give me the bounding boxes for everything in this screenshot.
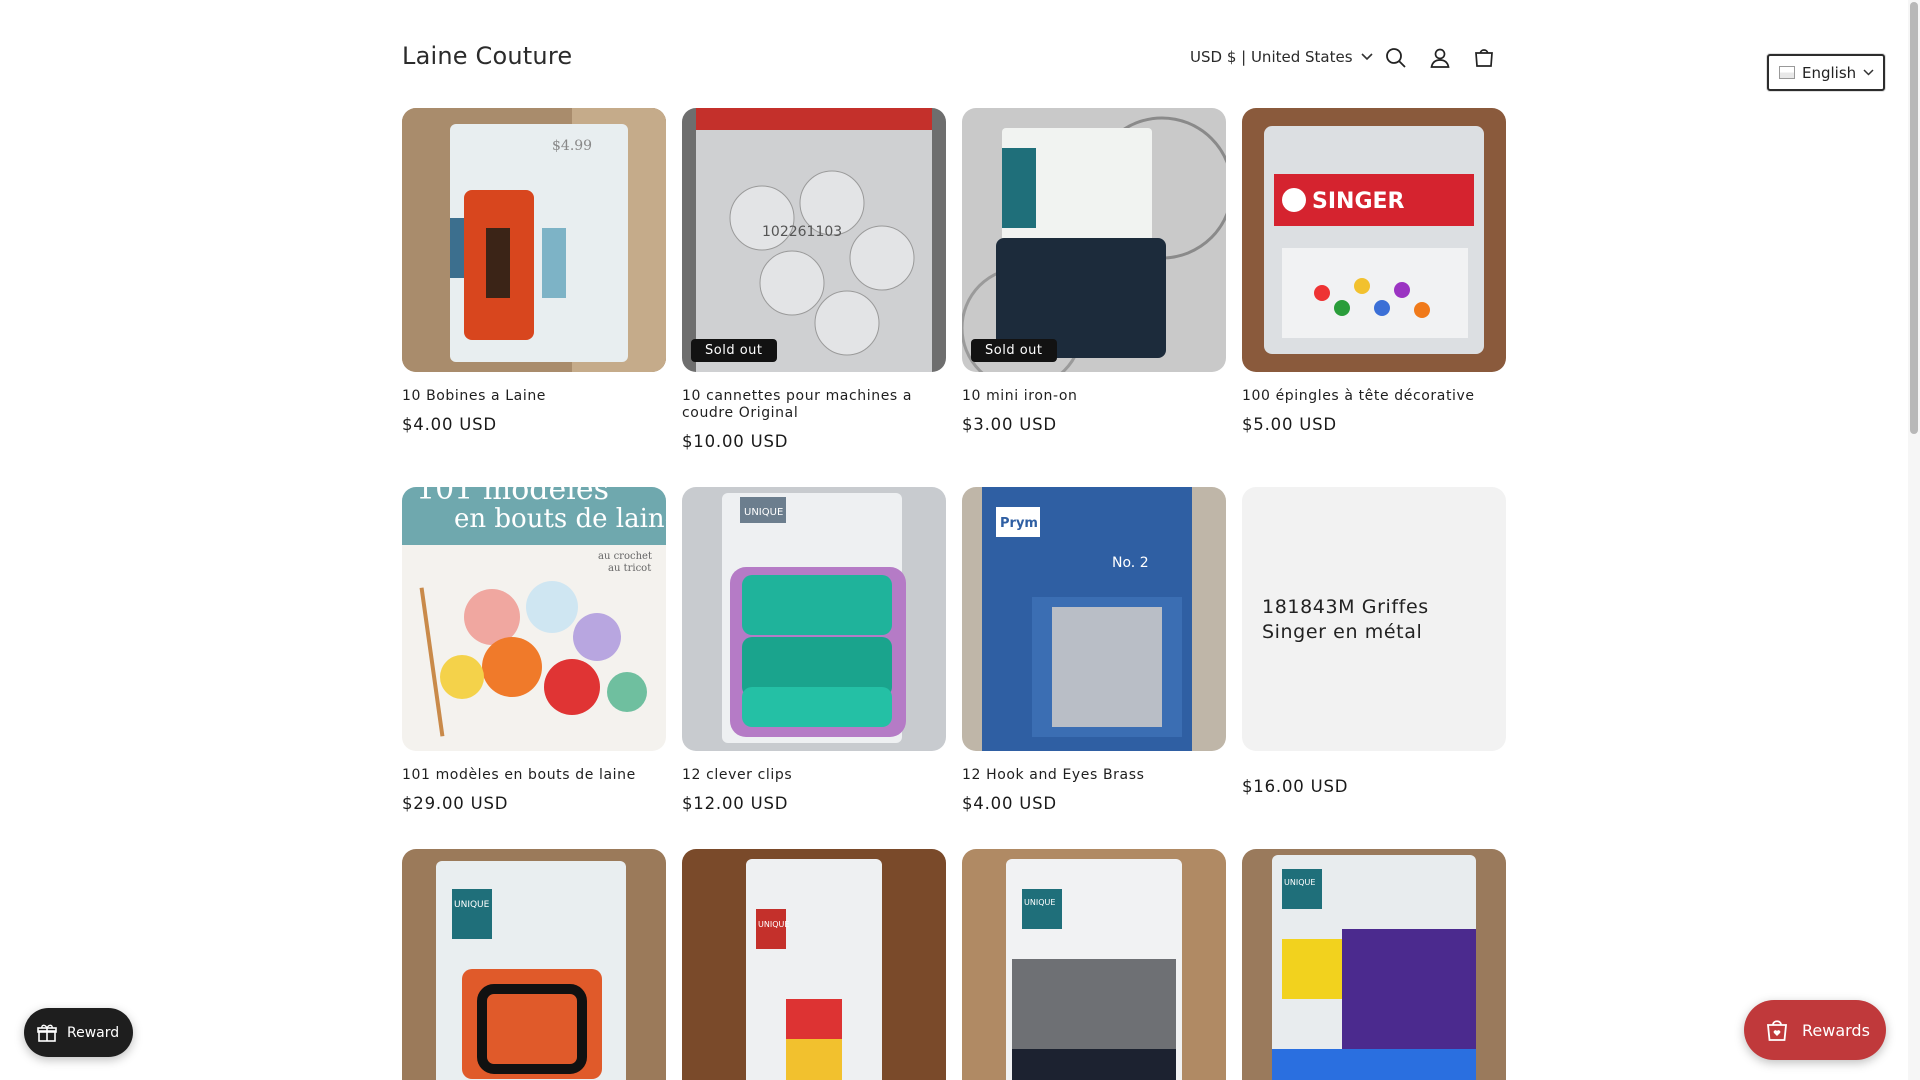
currency-country-selector[interactable]: USD $ | United States [1190,48,1373,66]
language-label: English [1802,63,1857,82]
product-price: $10.00 USD [682,432,789,451]
product-image[interactable]: $4.99 [402,108,666,372]
chevron-down-icon [1360,53,1373,61]
flag-icon [1779,66,1795,79]
chevron-down-icon [1863,69,1874,76]
brand-logo-text: UNIQUE [1024,898,1055,907]
brand-logo-text: UNIQUE [744,507,783,518]
language-selector[interactable]: English [1767,54,1885,91]
product-image[interactable]: Sold out [962,108,1226,372]
scrollbar-thumb[interactable] [1910,2,1918,434]
rewards-launcher-button[interactable]: Rewards [1744,1000,1886,1060]
product-price: $5.00 USD [1242,415,1337,434]
product-title[interactable]: 101 modèles en bouts de laine [402,767,662,784]
currency-country-label: USD $ | United States [1190,48,1353,66]
product-image[interactable]: 102261103 Sold out [682,108,946,372]
reward-launcher-button[interactable]: Reward [24,1008,133,1057]
product-image-placeholder[interactable]: 181843M Griffes Singer en métal [1242,487,1506,751]
product-image[interactable]: 101 modèles en bouts de laine au crochet… [402,487,666,751]
product-title[interactable]: 100 épingles à tête décorative [1242,388,1502,405]
product-image[interactable]: Prym No. 2 [962,487,1226,751]
shopping-bag-heart-icon [1767,1020,1787,1041]
product-title[interactable]: 10 mini iron-on [962,388,1222,405]
search-icon[interactable] [1382,44,1410,72]
brand-logo-text: UNIQUE [1284,878,1315,887]
product-image[interactable]: UNIQUE [1242,849,1506,1080]
sold-out-badge: Sold out [691,339,777,362]
book-title-line2: en bouts de laine [454,504,666,534]
product-price: $4.00 USD [402,415,497,434]
product-price: $4.00 USD [962,794,1057,813]
product-title[interactable]: 10 Bobines a Laine [402,388,662,405]
placeholder-title: 181843M Griffes Singer en métal [1262,596,1429,643]
product-image[interactable]: UNIQUE [962,849,1226,1080]
site-header: Laine Couture USD $ | United States [402,40,1506,76]
cart-icon[interactable] [1470,44,1498,72]
product-price: $16.00 USD [1242,777,1349,796]
rewards-label: Rewards [1802,1020,1870,1040]
product-title[interactable]: 12 clever clips [682,767,942,784]
gift-icon [37,1024,57,1042]
product-image[interactable]: SINGER [1242,108,1506,372]
book-subtitle-1: au crochet [598,551,652,562]
price-sticker-text: $4.99 [552,138,592,154]
product-image[interactable]: UNIQUE [682,849,946,1080]
product-price: $29.00 USD [402,794,509,813]
brand-logo-text: SINGER [1312,189,1405,214]
scrollbar[interactable] [1908,0,1920,1080]
sold-out-badge: Sold out [971,339,1057,362]
product-image[interactable]: UNIQUE [402,849,666,1080]
product-price: $12.00 USD [682,794,789,813]
size-label-text: No. 2 [1112,555,1149,571]
product-title[interactable]: 10 cannettes pour machines a coudre Orig… [682,388,942,422]
store-logo[interactable]: Laine Couture [402,42,572,70]
brand-logo-text: Prym [1000,516,1038,531]
account-icon[interactable] [1426,44,1454,72]
brand-logo-text: UNIQUE [454,900,490,910]
reward-label: Reward [67,1024,120,1041]
product-price: $3.00 USD [962,415,1057,434]
bag-label-text: 102261103 [762,224,842,240]
product-image[interactable]: UNIQUE [682,487,946,751]
product-title[interactable]: 12 Hook and Eyes Brass [962,767,1222,784]
book-subtitle-2: au tricot [608,563,651,574]
brand-logo-text: UNIQUE [758,920,789,929]
